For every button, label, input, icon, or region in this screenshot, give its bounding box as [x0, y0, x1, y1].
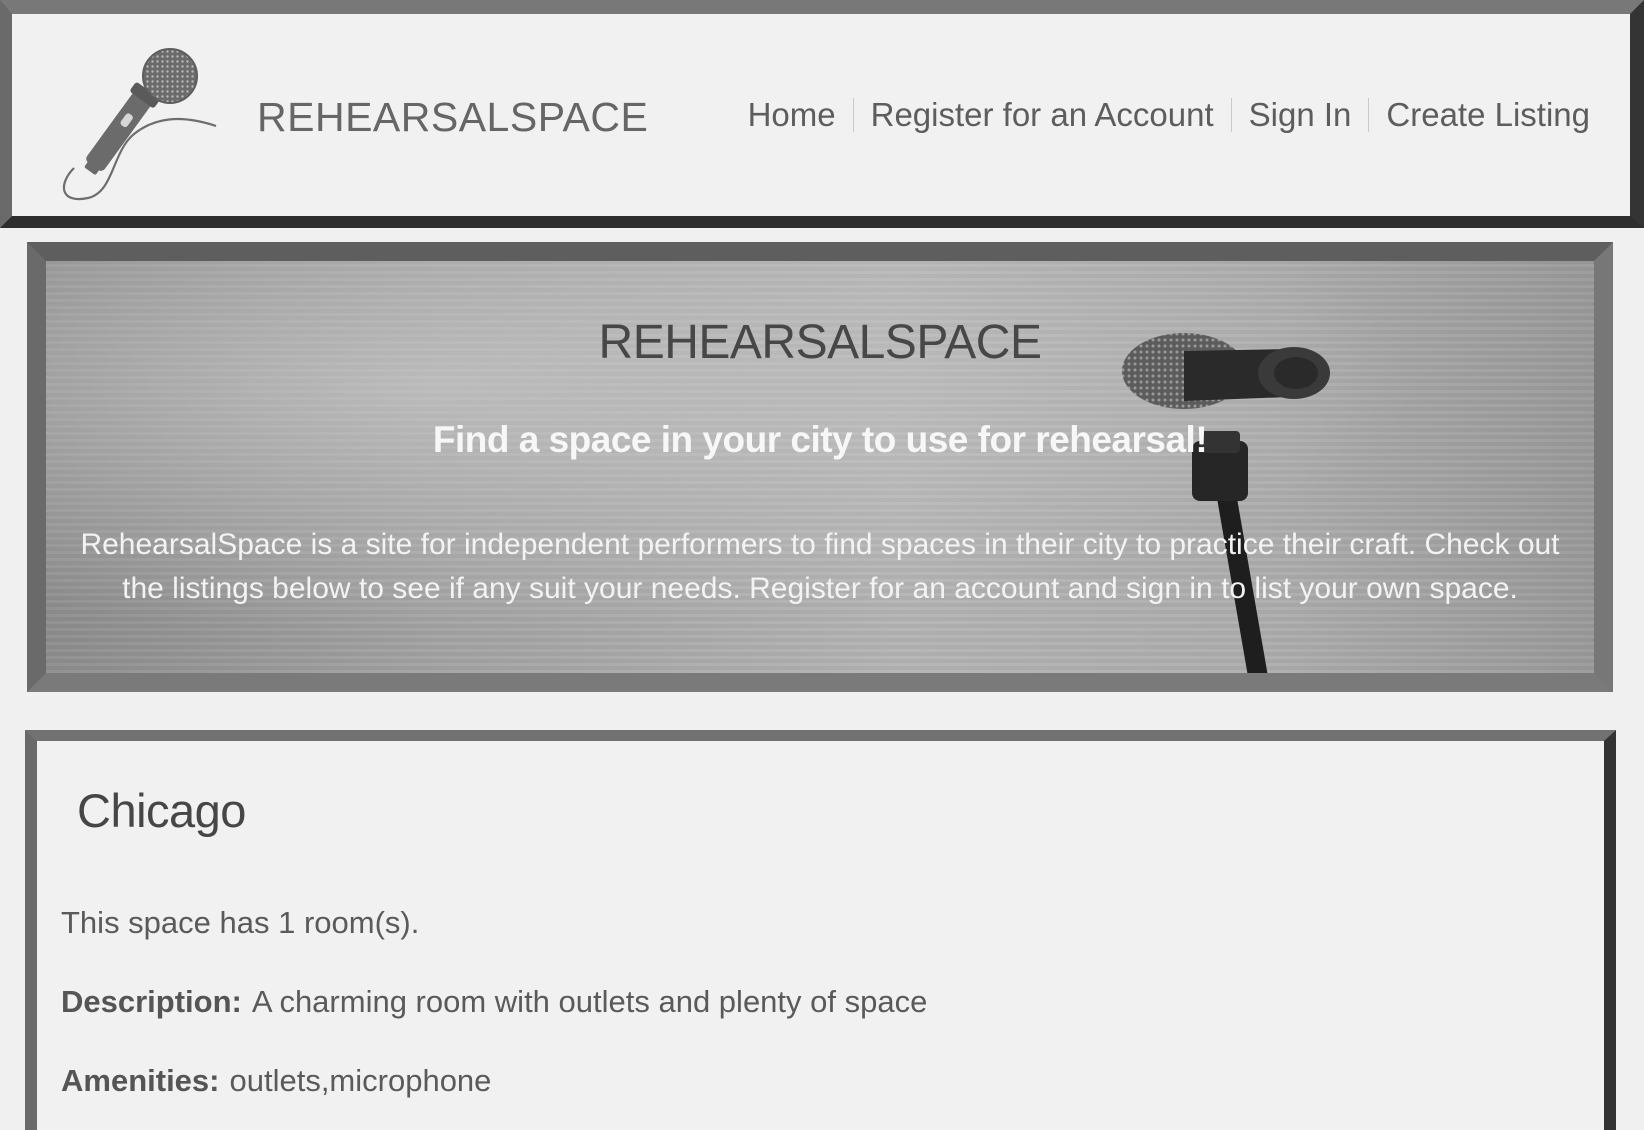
main-nav: Home Register for an Account Sign In Cre… [748, 96, 1590, 134]
listing-amenities-row: Amenities: outlets,microphone [61, 1063, 491, 1099]
microphone-icon[interactable] [50, 34, 230, 204]
hero-subtitle: Find a space in your city to use for reh… [432, 419, 1208, 460]
listing-amenities: outlets,microphone [229, 1063, 492, 1098]
nav-register-link[interactable]: Register for an Account [871, 96, 1214, 134]
nav-home-link[interactable]: Home [748, 96, 836, 134]
nav-create-listing-link[interactable]: Create Listing [1386, 96, 1590, 134]
microphone-photo [1122, 333, 1330, 673]
hero-description: RehearsalSpace is a site for independent… [80, 528, 1560, 605]
nav-divider [1230, 98, 1232, 132]
listing-rooms: This space has 1 room(s). [61, 905, 420, 940]
listing-city: Chicago [77, 784, 246, 837]
listing-description-row: Description: A charming room with outlets… [61, 984, 927, 1020]
nav-sign-in-link[interactable]: Sign In [1249, 96, 1352, 134]
listing-description: A charming room with outlets and plenty … [251, 984, 928, 1019]
listing-card[interactable]: Chicago This space has 1 room(s). Descri… [25, 730, 1616, 1130]
brand-name[interactable]: REHEARSALSPACE [257, 94, 648, 141]
amenities-label: Amenities: [61, 1063, 220, 1098]
hero-banner: REHEARSALSPACE Find a space in your city… [27, 242, 1613, 692]
site-header: REHEARSALSPACE Home Register for an Acco… [0, 0, 1644, 228]
nav-divider [852, 98, 854, 132]
nav-divider [1368, 98, 1370, 132]
description-label: Description: [61, 984, 242, 1019]
hero-title: REHEARSALSPACE [598, 316, 1042, 369]
